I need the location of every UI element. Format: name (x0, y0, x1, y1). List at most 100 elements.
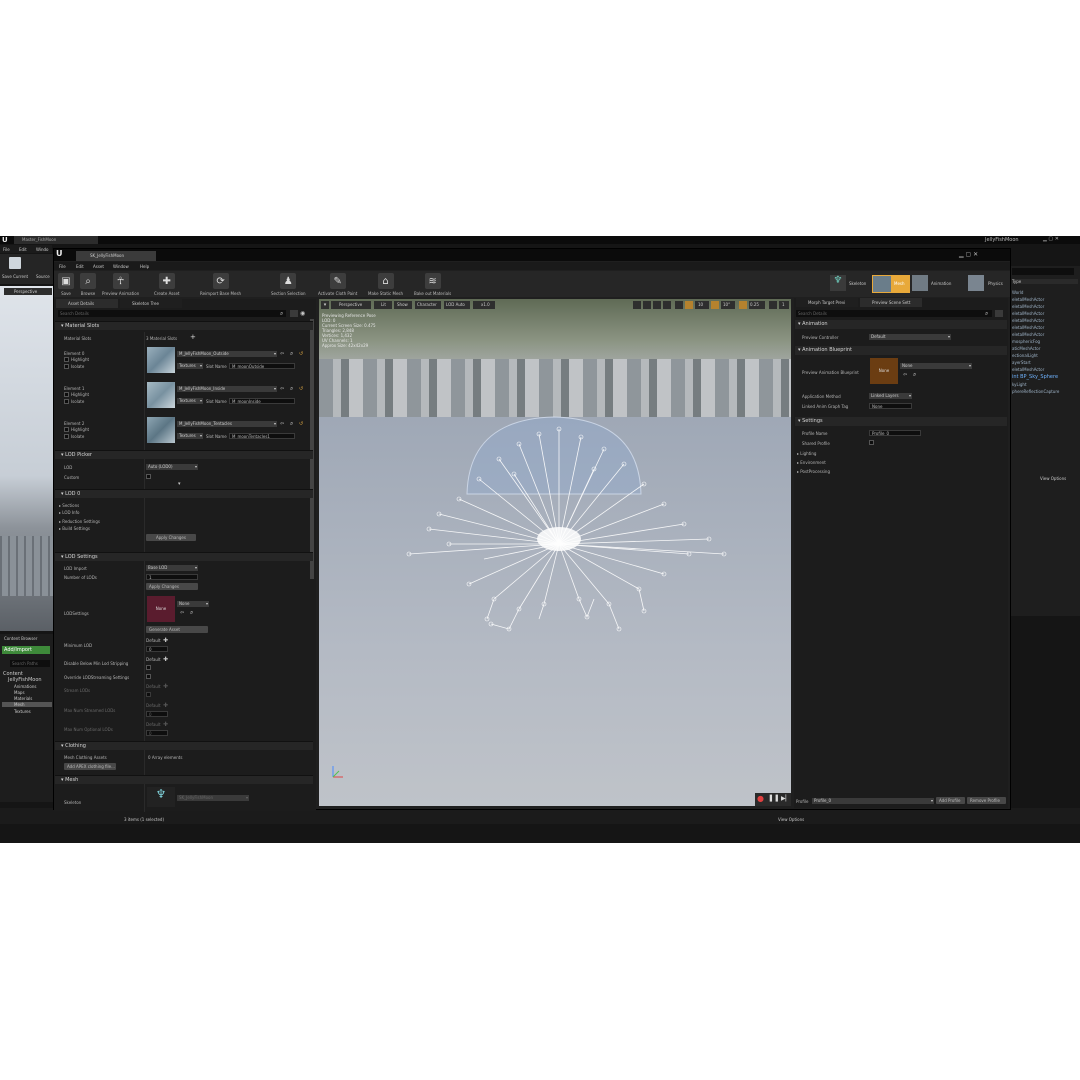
element-2-material-dropdown[interactable]: M_JellyFishMoon_Tentacles (177, 421, 277, 427)
viewport-perspective-button[interactable]: Perspective (331, 301, 371, 309)
record-icon[interactable]: ● (757, 794, 764, 803)
anim-blueprint-use-arrow-icon[interactable]: ⇦ (903, 372, 907, 378)
element-2-use-arrow-icon[interactable]: ⇦ (280, 421, 284, 427)
section-lod-settings[interactable]: ▾ LOD Settings (55, 552, 313, 561)
element-1-material-thumbnail[interactable] (147, 382, 175, 408)
viewport-show-button[interactable]: Show (394, 301, 412, 309)
lodsettings-use-arrow-icon[interactable]: ⇦ (180, 610, 184, 616)
element-1-use-arrow-icon[interactable]: ⇦ (280, 386, 284, 392)
element-2-browse-icon[interactable]: ⌕ (290, 420, 293, 428)
expand-advanced-icon[interactable]: ▾ (178, 481, 181, 487)
outliner-search-input[interactable] (1012, 268, 1074, 275)
world-space-icon[interactable] (675, 301, 683, 309)
grid-snap-value[interactable]: 10 (695, 301, 709, 309)
toolbar-bake-materials-button[interactable]: ≋ Bake out Materials (414, 273, 451, 296)
number-of-lods-input[interactable]: 1 (146, 574, 198, 580)
skeleton-dropdown[interactable]: SK_JellyFishMoon (177, 795, 249, 801)
disable-below-checkbox[interactable] (146, 665, 151, 670)
add-import-button[interactable]: Add/Import (2, 646, 50, 654)
menu-file[interactable]: File (59, 264, 66, 269)
element-0-browse-icon[interactable]: ⌕ (290, 350, 293, 358)
viewport-character-button[interactable]: Character (415, 301, 441, 309)
step-forward-icon[interactable]: ▶▏ (781, 795, 790, 802)
profile-dropdown[interactable]: Profile_0 (812, 798, 934, 804)
element-0-use-arrow-icon[interactable]: ⇦ (280, 351, 284, 357)
camera-speed-icon[interactable] (769, 301, 777, 309)
scale-icon[interactable] (663, 301, 671, 309)
outliner-row[interactable]: eletalMeshActor (1012, 367, 1044, 372)
lod-settings-apply-button[interactable]: Apply Changes (146, 583, 198, 590)
menu-edit[interactable]: Edit (76, 264, 84, 269)
toolbar-browse-button[interactable]: ⌕ Browse (80, 273, 96, 296)
element-2-slot-name-input[interactable]: M_moonTentacles1 (229, 433, 295, 439)
jellyfish-mesh[interactable] (319, 299, 791, 806)
generate-asset-button[interactable]: Generate Asset (146, 626, 208, 633)
element-0-textures-dropdown[interactable]: Textures (177, 363, 203, 369)
viewport-options-icon[interactable]: ▾ (321, 301, 329, 309)
outliner-row-selected[interactable]: int BP_Sky_Sphere (1012, 374, 1058, 380)
editor-window-controls-icon[interactable]: ▁ ▢ ✕ (959, 251, 978, 258)
lodsettings-thumbnail[interactable]: None (147, 596, 175, 622)
lod0-lod-info[interactable]: ▸ LOD Info (59, 510, 79, 515)
section-lod-picker[interactable]: ▾ LOD Picker (55, 450, 313, 459)
rotate-icon[interactable] (653, 301, 661, 309)
eye-icon[interactable]: ◉ (300, 310, 305, 317)
scale-snap-icon[interactable] (739, 301, 747, 309)
element-2-reset-icon[interactable]: ↺ (299, 421, 303, 427)
element-2-isolate-checkbox[interactable] (64, 434, 69, 439)
add-apex-clothing-button[interactable]: Add APEX clothing file... (64, 763, 116, 770)
add-profile-button[interactable]: Add Profile (936, 797, 965, 804)
shared-profile-checkbox[interactable] (869, 440, 874, 445)
tab-asset-details[interactable]: Asset Details (56, 299, 118, 308)
lod-import-dropdown[interactable]: Base LOD (146, 565, 198, 571)
outliner-row[interactable]: eletalMeshActor (1012, 311, 1044, 316)
lodsettings-browse-icon[interactable]: ⌕ (190, 609, 193, 617)
viewport-playback-speed[interactable]: x1.0 (473, 301, 495, 309)
toolbar-save-button[interactable]: ▣ Save (58, 273, 74, 296)
jellyfish-bell[interactable] (466, 416, 642, 495)
animation-mode-icon[interactable] (912, 275, 928, 291)
toolbar-cloth-paint-button[interactable]: ✎ Activate Cloth Paint (318, 273, 357, 296)
postprocessing-group[interactable]: ▸ PostProcessing (797, 469, 830, 474)
minimum-lod-input[interactable]: 0 (146, 646, 168, 652)
outliner-row[interactable]: eletalMeshActor (1012, 325, 1044, 330)
grid-view-icon[interactable] (995, 310, 1003, 317)
element-0-highlight-checkbox[interactable] (64, 357, 69, 362)
element-0-reset-icon[interactable]: ↺ (299, 351, 303, 357)
application-method-dropdown[interactable]: Linked Layers (869, 393, 912, 399)
environment-group[interactable]: ▸ Environment (797, 460, 826, 465)
mode-animation[interactable]: Animation (931, 281, 951, 286)
element-0-isolate-checkbox[interactable] (64, 364, 69, 369)
lod0-sections[interactable]: ▸ Sections (59, 503, 79, 508)
override-streaming-checkbox[interactable] (146, 674, 151, 679)
outliner-row[interactable]: aticMeshActor (1012, 346, 1040, 351)
tree-mesh[interactable]: Mesh (2, 702, 52, 707)
toolbar-reimport-button[interactable]: ⟳ Reimport Base Mesh (200, 273, 241, 296)
preview-search-input[interactable]: Search Details (796, 310, 992, 317)
element-1-slot-name-input[interactable]: M_moonInside (229, 398, 295, 404)
section-mesh[interactable]: ▾ Mesh (55, 775, 313, 784)
element-1-highlight-checkbox[interactable] (64, 392, 69, 397)
scale-snap-value[interactable]: 0.25 (749, 301, 765, 309)
outer-menu-file[interactable]: File (3, 247, 10, 252)
mesh-mode-icon[interactable] (872, 275, 892, 293)
element-1-browse-icon[interactable]: ⌕ (290, 385, 293, 393)
tree-jellyfishmoon[interactable]: JellyFishMoon (8, 677, 42, 683)
element-2-material-thumbnail[interactable] (147, 417, 175, 443)
skeleton-mode-icon[interactable]: ♆ (830, 275, 846, 291)
outliner-row[interactable]: eletalMeshActor (1012, 304, 1044, 309)
rotation-snap-icon[interactable] (711, 301, 719, 309)
save-current-label[interactable]: Save Current (2, 274, 28, 279)
section-material-slots[interactable]: ▾ Material Slots (55, 321, 313, 330)
tree-maps[interactable]: Maps (14, 690, 25, 695)
tree-textures[interactable]: Textures (14, 709, 31, 714)
add-platform-icon[interactable]: ✚ (163, 656, 168, 663)
translate-icon[interactable] (643, 301, 651, 309)
outer-menu-edit[interactable]: Edit (19, 247, 27, 252)
skeleton-thumbnail-icon[interactable]: ♆ (147, 787, 175, 807)
section-settings[interactable]: ▾ Settings (795, 417, 1007, 426)
outliner-row[interactable]: mosphericFog (1012, 339, 1040, 344)
lod0-reduction-settings[interactable]: ▸ Reduction Settings (59, 519, 100, 524)
element-2-highlight-checkbox[interactable] (64, 427, 69, 432)
outliner-row[interactable]: phereReflectionCapture (1012, 389, 1059, 394)
